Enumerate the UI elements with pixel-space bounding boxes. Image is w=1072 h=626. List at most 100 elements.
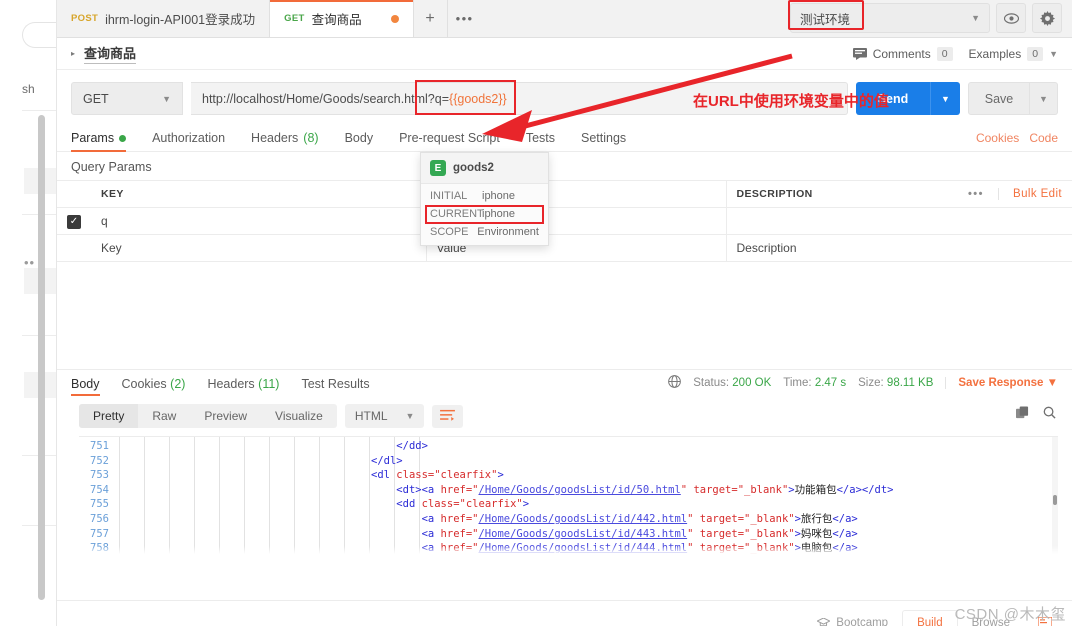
examples-label: Examples (968, 46, 1022, 61)
table-row[interactable]: ✓ q {{goods2}} (57, 207, 1072, 235)
code-token: href= (440, 527, 473, 540)
params-empty-area (57, 262, 1072, 370)
code-scrollbar-thumb[interactable] (1053, 495, 1057, 505)
code-token: 旅行包 (800, 512, 833, 525)
params-active-dot (119, 134, 127, 142)
code-token: <a (421, 512, 441, 525)
code-line-number: 752 (90, 454, 109, 467)
save-response-button[interactable]: Save Response ▼ (945, 377, 1058, 389)
comments-button[interactable]: Comments 0 (852, 46, 953, 61)
cookies-count: (2) (170, 377, 186, 391)
row-checkbox-cell[interactable] (57, 234, 91, 262)
status-badge: 200 OK (732, 377, 772, 389)
settings-gear-icon[interactable] (1032, 3, 1062, 33)
variable-row-initial: INITIAL iphone (421, 184, 548, 205)
tab-label: Params (71, 131, 115, 145)
code-line: <dt><a href="/Home/Goods/goodsList/id/50… (371, 483, 894, 498)
param-description-placeholder[interactable]: Description (726, 234, 1072, 262)
code-token: </a> (832, 512, 858, 525)
request-tab-search-goods[interactable]: GET 查询商品 (270, 0, 414, 37)
sidebar-more-icon[interactable]: •• (24, 255, 35, 270)
view-mode-raw[interactable]: Raw (138, 404, 190, 428)
request-header-actions: Comments 0 Examples 0 ▼ (852, 46, 1058, 61)
param-key-placeholder[interactable]: Key (91, 234, 427, 262)
code-line: <dl class="clearfix"> (371, 468, 894, 483)
response-tab-cookies[interactable]: Cookies (2) (122, 377, 186, 396)
chevron-down-icon: ▼ (162, 93, 171, 104)
code-token: "clearfix" (459, 498, 523, 511)
environment-name: 测试环境 (800, 12, 851, 27)
send-options-chevron-icon[interactable]: ▼ (930, 82, 960, 115)
code-token: target= (693, 512, 745, 525)
table-header-row: KEY VALUE DESCRIPTION ••• Bulk Edit (57, 180, 1072, 208)
response-tab-headers[interactable]: Headers (11) (207, 377, 279, 396)
save-response-label: Save Response (958, 377, 1044, 389)
save-options-chevron-icon[interactable]: ▼ (1030, 82, 1058, 115)
code-link[interactable]: Code (1029, 131, 1058, 145)
param-description[interactable] (726, 207, 1072, 235)
size-label: Size: (858, 377, 884, 389)
code-token: > (497, 469, 504, 482)
headers-count: (8) (303, 131, 319, 145)
response-tab-body[interactable]: Body (71, 377, 100, 396)
examples-button[interactable]: Examples 0 ▼ (968, 46, 1058, 61)
bulk-edit-link[interactable]: Bulk Edit (998, 188, 1062, 200)
environment-area: 测试环境 ▼ (788, 0, 1062, 33)
bottom-item-label: Build (917, 617, 943, 626)
page-title: 查询商品 (84, 43, 137, 64)
tab-headers[interactable]: Headers (8) (251, 131, 319, 151)
save-button[interactable]: Save (968, 82, 1030, 115)
environment-selector[interactable]: 测试环境 ▼ (788, 0, 990, 33)
query-params-table: KEY VALUE DESCRIPTION ••• Bulk Edit ✓ q … (57, 180, 1072, 262)
view-mode-pretty[interactable]: Pretty (79, 404, 139, 428)
tab-options-icon[interactable]: ••• (447, 0, 482, 37)
column-header-key: KEY (91, 180, 427, 208)
code-token: > (522, 498, 530, 511)
environment-badge-icon: E (430, 160, 446, 176)
code-line: <a href="/Home/Goods/goodsList/id/442.ht… (371, 512, 894, 527)
http-method-value: GET (83, 91, 109, 106)
word-wrap-icon[interactable] (432, 404, 464, 428)
new-tab-button[interactable]: + (413, 0, 448, 37)
code-token: href= (440, 483, 473, 496)
column-options-icon[interactable]: ••• (968, 188, 984, 200)
code-line: </dd> (371, 439, 894, 454)
bottom-item-bootcamp[interactable]: Bootcamp (803, 617, 902, 626)
code-scrollbar[interactable] (1052, 437, 1058, 554)
param-key[interactable]: q (91, 207, 427, 235)
checkbox-checked-icon[interactable]: ✓ (67, 215, 81, 229)
tab-authorization[interactable]: Authorization (152, 131, 225, 151)
tab-params[interactable]: Params (71, 131, 127, 152)
examples-count: 0 (1027, 46, 1044, 61)
variable-value: iphone (482, 208, 516, 220)
sidebar-scrollbar[interactable] (38, 115, 45, 600)
code-token: "clearfix" (434, 469, 498, 482)
code-token: </a></dt> (836, 483, 894, 496)
environment-quick-look-eye-icon[interactable] (996, 3, 1026, 33)
bottom-item-build[interactable]: Build (902, 609, 958, 626)
chevron-down-icon[interactable]: ▼ (1049, 49, 1058, 59)
select-all-cell (57, 180, 91, 208)
search-icon[interactable] (1043, 406, 1056, 422)
response-format-value: HTML (354, 409, 388, 423)
code-token: "_blank" (737, 483, 789, 496)
response-format-selector[interactable]: HTML ▼ (344, 404, 425, 428)
view-mode-visualize[interactable]: Visualize (261, 404, 337, 428)
table-row[interactable]: Key Value Description (57, 234, 1072, 262)
cookies-link[interactable]: Cookies (976, 131, 1019, 145)
collapse-triangle-icon[interactable]: ▸ (71, 49, 75, 58)
unsaved-changes-dot (390, 14, 399, 23)
tab-body[interactable]: Body (345, 131, 374, 151)
view-mode-preview[interactable]: Preview (190, 404, 261, 428)
request-tab-login[interactable]: POST ihrm-login-API001登录成功 (57, 0, 271, 37)
variable-key: SCOPE (430, 226, 469, 238)
http-method-selector[interactable]: GET ▼ (71, 82, 183, 115)
row-checkbox-cell[interactable]: ✓ (57, 207, 91, 235)
response-tab-test-results[interactable]: Test Results (301, 377, 369, 396)
code-token: </a> (832, 527, 858, 540)
response-body-code-viewer[interactable]: 751752753754755756757758 </dd></dl><dl c… (79, 436, 1058, 554)
code-token: <dl (371, 469, 397, 482)
annotation-arrow (482, 53, 793, 142)
copy-icon[interactable] (1016, 406, 1029, 422)
response-headers-count: (11) (258, 377, 280, 391)
